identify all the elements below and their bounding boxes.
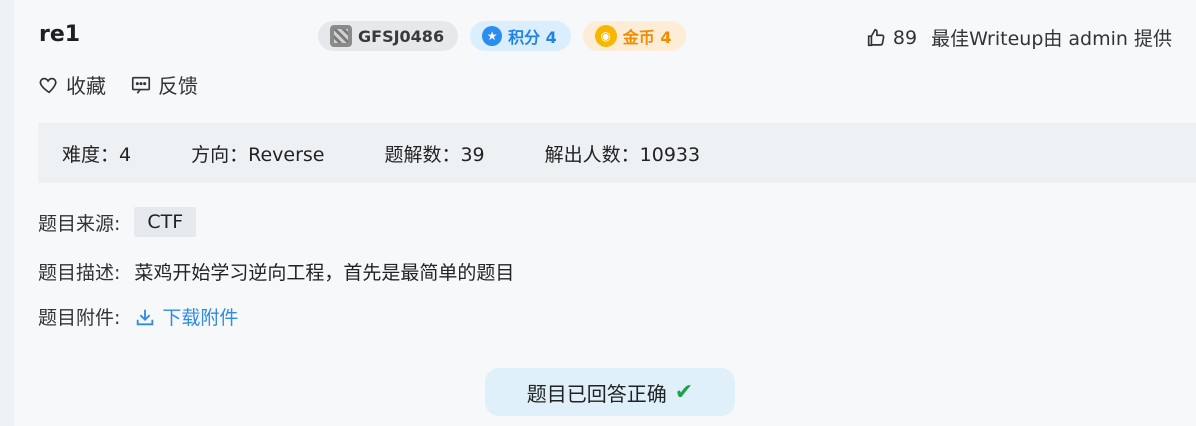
left-strip (0, 0, 14, 426)
coin-badge: ◉ 金币 4 (582, 21, 686, 51)
heart-icon (39, 77, 57, 93)
coin-icon: ◉ (594, 25, 617, 47)
score-icon: ★ (482, 26, 503, 46)
favorite-label: 收藏 (66, 74, 106, 98)
score-text: 积分 4 (508, 28, 557, 47)
download-attachment-link[interactable]: 下载附件 (134, 303, 238, 330)
direction-stat: 方向：Reverse (191, 143, 325, 166)
answered-status-text: 题目已回答正确 (526, 381, 667, 406)
description-label: 题目描述: (38, 262, 121, 284)
challenge-id: GFSJ0486 (358, 26, 445, 46)
grid-avatar-icon (330, 25, 352, 47)
answered-correct-badge: 题目已回答正确 ✔ (485, 368, 735, 416)
description-row: 题目描述: 菜鸡开始学习逆向工程，首先是最简单的题目 (38, 258, 514, 285)
feedback-icon (131, 76, 151, 94)
action-row: 收藏 反馈 (38, 70, 198, 99)
challenge-panel: re1 GFSJ0486 ★ 积分 4 ◉ 金币 4 89 最佳Writeup由… (14, 0, 1196, 426)
challenge-title: re1 (39, 22, 81, 47)
difficulty-stat: 难度：4 (62, 143, 132, 166)
like-button[interactable]: 89 (865, 27, 917, 49)
download-icon (137, 309, 154, 325)
score-badge: ★ 积分 4 (470, 21, 571, 51)
solves-stat: 题解数：39 (384, 143, 485, 166)
source-tag: CTF (134, 207, 197, 237)
source-row: 题目来源: CTF (38, 207, 197, 237)
source-label: 题目来源: (38, 212, 121, 235)
attachment-row: 题目附件: 下载附件 (38, 303, 238, 330)
coin-text: 金币 4 (622, 28, 672, 47)
solvers-stat: 解出人数：10933 (544, 143, 701, 166)
check-icon: ✔ (674, 379, 694, 405)
like-count: 89 (892, 26, 918, 49)
challenge-id-badge: GFSJ0486 (318, 21, 459, 51)
thumbs-up-icon (867, 28, 885, 46)
feedback-button[interactable]: 反馈 (130, 70, 198, 99)
favorite-button[interactable]: 收藏 (38, 70, 106, 99)
writeup-link[interactable]: 最佳Writeup由 admin 提供 (931, 24, 1172, 51)
stats-bar: 难度：4 方向：Reverse 题解数：39 解出人数：10933 (38, 123, 1196, 183)
download-attachment-label: 下载附件 (162, 307, 239, 329)
badge-group: GFSJ0486 ★ 积分 4 ◉ 金币 4 (318, 21, 686, 51)
feedback-label: 反馈 (158, 74, 198, 98)
meta-right: 89 最佳Writeup由 admin 提供 (865, 24, 1172, 51)
description-text: 菜鸡开始学习逆向工程，首先是最简单的题目 (134, 262, 515, 284)
attachment-label: 题目附件: (38, 307, 121, 329)
